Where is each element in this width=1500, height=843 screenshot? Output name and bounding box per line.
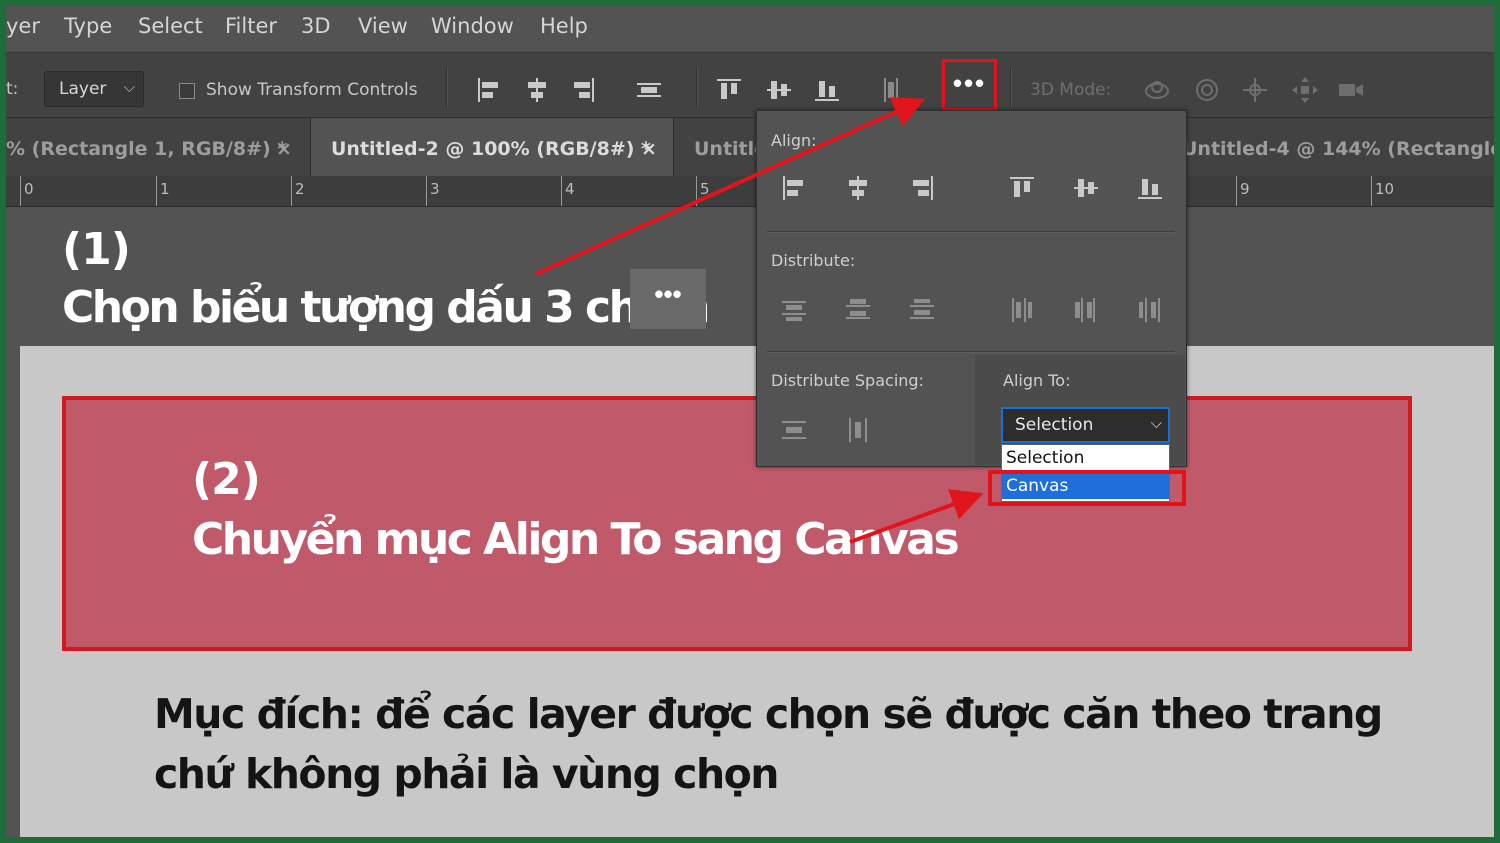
arrow-to-more-button bbox=[535, 97, 926, 276]
arrow-to-canvas-option bbox=[849, 489, 984, 544]
annotation-arrows bbox=[535, 97, 984, 544]
screenshot-frame: yer Type Select Filter 3D View Window He… bbox=[6, 6, 1494, 837]
